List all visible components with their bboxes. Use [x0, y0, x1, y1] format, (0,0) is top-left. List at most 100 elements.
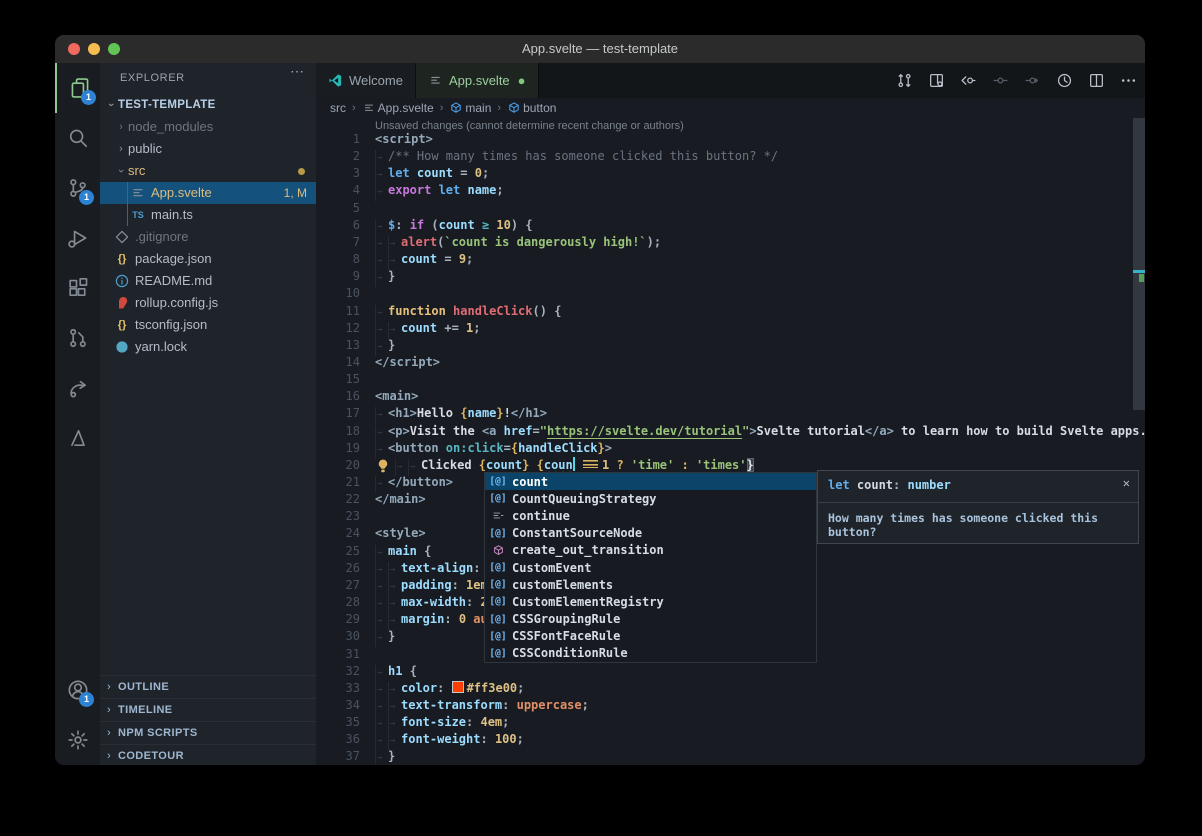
dirty-indicator[interactable]: ● [518, 73, 526, 88]
activity-bar-item-live-share-icon[interactable] [55, 363, 100, 413]
suggest-item-continue[interactable]: continue [485, 507, 816, 524]
symbol-variable-icon: [@] [490, 493, 506, 504]
code-line-36[interactable]: 36→→font-weight: 100; [316, 731, 1131, 748]
sidebar-section-npm-scripts[interactable]: ›NPM SCRIPTS [100, 721, 316, 744]
file-history-icon[interactable] [1056, 72, 1073, 89]
file-tree-item-node_modules[interactable]: ›node_modules [100, 116, 316, 138]
title-bar[interactable]: App.svelte — test-template [55, 35, 1145, 64]
suggest-item-customElements[interactable]: [@]customElements [485, 576, 816, 593]
navigate-forward-icon [1024, 72, 1041, 89]
suggest-item-CSSConditionRule[interactable]: [@]CSSConditionRule [485, 645, 816, 662]
breadcrumb-item-main[interactable]: main [449, 101, 491, 115]
code-line-33[interactable]: 33→→color: #ff3e00; [316, 680, 1131, 697]
file-tree-item-tsconfig.json[interactable]: {}tsconfig.json [100, 314, 316, 336]
code-line-5[interactable]: 5 [316, 200, 1131, 217]
suggest-item-CustomElementRegistry[interactable]: [@]CustomElementRegistry [485, 593, 816, 610]
activity-bar-item-accounts-icon[interactable]: 1 [55, 665, 100, 715]
split-editor-icon[interactable] [1088, 72, 1105, 89]
code-line-12[interactable]: 12→→count += 1; [316, 320, 1131, 337]
breadcrumb-item-button[interactable]: button [507, 101, 556, 115]
code-line-11[interactable]: 11→function handleClick() { [316, 303, 1131, 320]
suggest-item-CSSGroupingRule[interactable]: [@]CSSGroupingRule [485, 611, 816, 628]
code-line-1[interactable]: 1<script> [316, 131, 1131, 148]
suggest-item-count[interactable]: [@]count [485, 473, 816, 490]
suggest-item-ConstantSourceNode[interactable]: [@]ConstantSourceNode [485, 525, 816, 542]
tab-welcome[interactable]: Welcome [316, 63, 416, 98]
code-line-2[interactable]: 2→/** How many times has someone clicked… [316, 148, 1131, 165]
activity-bar-item-run-debug-icon[interactable] [55, 213, 100, 263]
svelte-file-icon [428, 73, 443, 88]
code-line-16[interactable]: 16<main> [316, 388, 1131, 405]
sidebar-sections: ›OUTLINE›TIMELINE›NPM SCRIPTS›CODETOUR [100, 675, 316, 765]
code-line-14[interactable]: 14</script> [316, 354, 1131, 371]
navigate-back-icon [992, 72, 1009, 89]
code-line-19[interactable]: 19→<button on:click={handleClick}> [316, 440, 1131, 457]
file-tree-item-.gitignore[interactable]: .gitignore [100, 226, 316, 248]
activity-bar-item-explorer-icon[interactable]: 1 [55, 63, 102, 113]
code-line-37[interactable]: 37→} [316, 748, 1131, 765]
close-icon[interactable]: ✕ [1123, 476, 1130, 490]
sidebar-section-outline[interactable]: ›OUTLINE [100, 675, 316, 698]
breadcrumb-item-app-svelte[interactable]: App.svelte [362, 101, 434, 115]
indent-guide [127, 182, 128, 226]
code-line-4[interactable]: 4→export let name; [316, 182, 1131, 199]
more-actions-icon[interactable] [1120, 72, 1137, 89]
tab-app-svelte[interactable]: App.svelte● [416, 63, 539, 99]
symbol-variable-icon: [@] [490, 631, 506, 642]
code-line-35[interactable]: 35→→font-size: 4em; [316, 714, 1131, 731]
suggest-item-CountQueuingStrategy[interactable]: [@]CountQueuingStrategy [485, 490, 816, 507]
file-tree-item-App.svelte[interactable]: App.svelte1, M [100, 182, 316, 204]
file-tree-item-README.md[interactable]: README.md [100, 270, 316, 292]
activity-bar-item-pull-requests-icon[interactable] [55, 313, 100, 363]
file-tree-item-main.ts[interactable]: TSmain.ts [100, 204, 316, 226]
activity-bar-item-settings-gear-icon[interactable] [55, 715, 100, 765]
code-line-8[interactable]: 8→→count = 9; [316, 251, 1131, 268]
tree-root[interactable]: ›TEST-TEMPLATE [100, 94, 316, 116]
sidebar-section-codetour[interactable]: ›CODETOUR [100, 744, 316, 765]
activity-bar-item-search-icon[interactable] [55, 113, 100, 163]
sidebar-section-timeline[interactable]: ›TIMELINE [100, 698, 316, 721]
file-tree-item-public[interactable]: ›public [100, 138, 316, 160]
window-title: App.svelte — test-template [55, 41, 1145, 56]
code-line-10[interactable]: 10 [316, 285, 1131, 302]
code-line-13[interactable]: 13→} [316, 337, 1131, 354]
open-preview-icon[interactable] [928, 72, 945, 89]
code-line-6[interactable]: 6→$: if (count ≥ 10) { [316, 217, 1131, 234]
breadcrumb-item-src[interactable]: src [330, 101, 346, 115]
lightbulb-icon[interactable] [375, 458, 391, 474]
breadcrumb[interactable]: src›App.svelte›main›button [316, 98, 1145, 118]
json-file-icon: {} [114, 251, 130, 267]
more-actions-icon[interactable]: ⋯ [290, 63, 304, 80]
suggest-item-CustomEvent[interactable]: [@]CustomEvent [485, 559, 816, 576]
code-line-15[interactable]: 15 [316, 371, 1131, 388]
activity-bar-item-extensions-icon[interactable] [55, 263, 100, 313]
git-file-icon [114, 229, 130, 245]
badge: 1 [79, 692, 94, 707]
code-line-34[interactable]: 34→→text-transform: uppercase; [316, 697, 1131, 714]
line-number: 15 [316, 371, 360, 388]
file-tree-item-rollup.config.js[interactable]: rollup.config.js [100, 292, 316, 314]
suggest-item-CSSFontFaceRule[interactable]: [@]CSSFontFaceRule [485, 628, 816, 645]
suggest-item-create_out_transition[interactable]: create_out_transition [485, 542, 816, 559]
file-tree-item-src[interactable]: ›src [100, 160, 316, 182]
chevron-icon: › [110, 164, 132, 178]
open-changes-icon[interactable] [896, 72, 913, 89]
code-line-32[interactable]: 32→h1 { [316, 663, 1131, 680]
line-number: 21 [316, 474, 360, 491]
file-tree-item-yarn.lock[interactable]: yarn.lock [100, 336, 316, 358]
activity-bar-item-source-control-icon[interactable]: 1 [55, 163, 100, 213]
code-line-7[interactable]: 7→→alert(`count is dangerously high!`); [316, 234, 1131, 251]
vertical-scrollbar[interactable] [1133, 118, 1145, 410]
code-editor[interactable]: Unsaved changes (cannot determine recent… [316, 118, 1145, 765]
readme-file-icon [114, 273, 130, 289]
previous-change-icon[interactable] [960, 72, 977, 89]
code-line-18[interactable]: 18→<p>Visit the <a href="https://svelte.… [316, 423, 1131, 440]
line-number: 29 [316, 611, 360, 628]
code-line-3[interactable]: 3→let count = 0; [316, 165, 1131, 182]
code-line-17[interactable]: 17→<h1>Hello {name}!</h1> [316, 405, 1131, 422]
activity-bar-item-azure-icon[interactable] [55, 413, 100, 463]
code-line-9[interactable]: 9→} [316, 268, 1131, 285]
line-number: 2 [316, 148, 360, 165]
file-tree-item-package.json[interactable]: {}package.json [100, 248, 316, 270]
rollup-file-icon [114, 295, 130, 311]
